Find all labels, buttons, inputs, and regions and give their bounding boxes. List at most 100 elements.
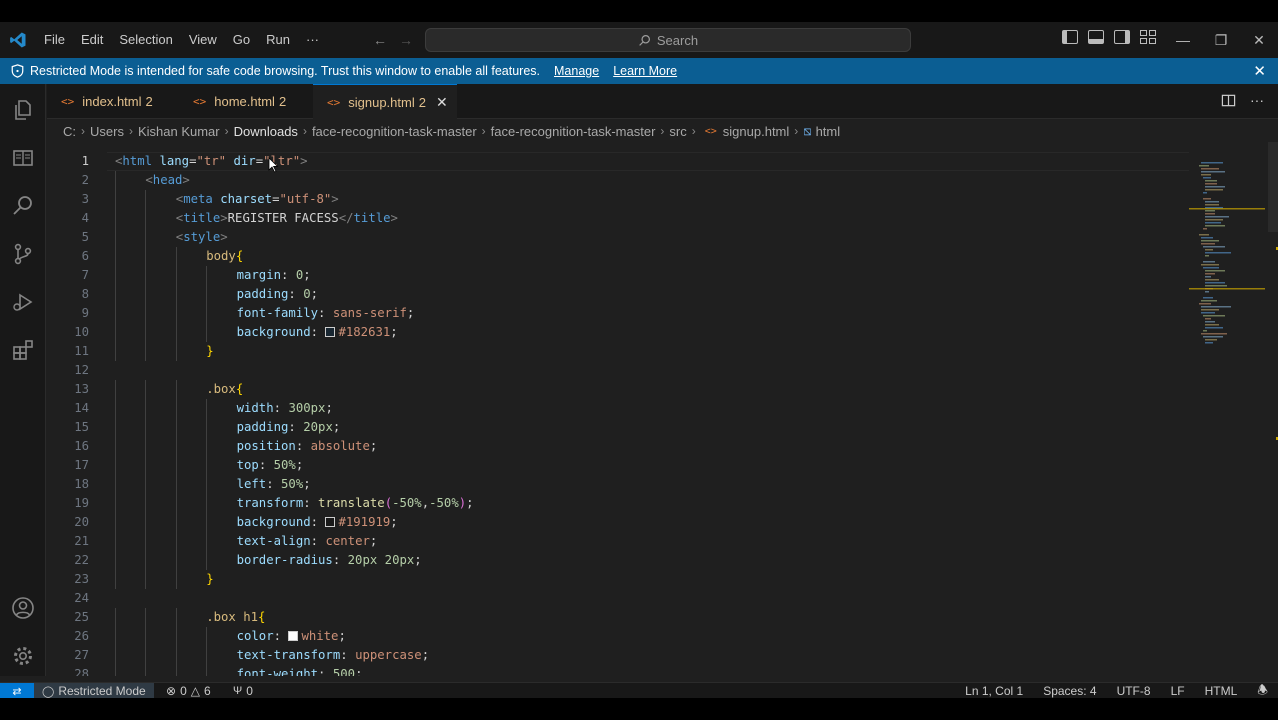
line-number[interactable]: 22 — [47, 551, 89, 570]
ports-status[interactable]: Ψ 0 — [233, 683, 253, 698]
encoding[interactable]: UTF-8 — [1117, 684, 1151, 698]
line-number[interactable]: 20 — [47, 513, 89, 532]
line-number[interactable]: 11 — [47, 342, 89, 361]
split-editor-icon[interactable] — [1221, 93, 1236, 108]
restore-icon[interactable]: ❐ — [1202, 22, 1240, 58]
line-number[interactable]: 5 — [47, 228, 89, 247]
line-number[interactable]: 26 — [47, 627, 89, 646]
customize-layout-icon[interactable] — [1140, 30, 1156, 44]
code-line[interactable]: 25 .box h1{ — [47, 608, 1189, 627]
breadcrumb-downloads[interactable]: Downloads — [234, 124, 298, 139]
tab-signup-html[interactable]: <> signup.html 2 ✕ — [313, 84, 457, 119]
open-book-icon[interactable] — [11, 146, 35, 170]
code-line[interactable]: 13 .box{ — [47, 380, 1189, 399]
extensions-icon[interactable] — [11, 338, 35, 362]
code-line[interactable]: 23} — [47, 570, 1189, 589]
code-line[interactable]: 28 font-weight: 500; — [47, 665, 1189, 676]
code-line[interactable]: 14 width: 300px; — [47, 399, 1189, 418]
code-line[interactable]: 10 background: #182631; — [47, 323, 1189, 342]
close-window-icon[interactable]: ✕ — [1240, 22, 1278, 58]
line-number[interactable]: 1 — [47, 152, 89, 171]
line-number[interactable]: 21 — [47, 532, 89, 551]
code-line[interactable]: 19 transform: translate(-50%,-50%); — [47, 494, 1189, 513]
code-line[interactable]: 26 color: white; — [47, 627, 1189, 646]
code-line[interactable]: 2 <head> — [47, 171, 1189, 190]
line-number[interactable]: 16 — [47, 437, 89, 456]
toggle-panel-icon[interactable] — [1088, 30, 1104, 44]
notifications-bell-icon[interactable]: 🕭︎ — [1257, 681, 1268, 699]
tab-home-html[interactable]: <> home.html 2 — [179, 84, 311, 119]
close-tab-icon[interactable]: ✕ — [436, 94, 448, 111]
line-number[interactable]: 28 — [47, 665, 89, 676]
code-line[interactable]: 1 <html lang="tr" dir="ltr"> — [47, 152, 1189, 171]
tab-index-html[interactable]: <> index.html 2 — [47, 84, 177, 119]
scrollbar-thumb[interactable] — [1268, 142, 1278, 232]
run-and-debug-icon[interactable] — [11, 290, 35, 314]
command-center-search[interactable]: Search — [425, 28, 911, 52]
line-number[interactable]: 14 — [47, 399, 89, 418]
menu-selection[interactable]: Selection — [111, 22, 180, 58]
line-number[interactable]: 24 — [47, 589, 89, 608]
menu-go[interactable]: Go — [225, 22, 258, 58]
line-number[interactable]: 15 — [47, 418, 89, 437]
menu-run[interactable]: Run — [258, 22, 298, 58]
vertical-scrollbar[interactable] — [1266, 142, 1278, 676]
cursor-position[interactable]: Ln 1, Col 1 — [965, 684, 1023, 698]
code-line[interactable]: 5 <style> — [47, 228, 1189, 247]
line-number[interactable]: 17 — [47, 456, 89, 475]
breadcrumb-drive[interactable]: C: — [63, 124, 76, 139]
menu-more[interactable]: ··· — [298, 22, 327, 58]
color-swatch[interactable] — [325, 327, 336, 337]
code-line[interactable]: 9 font-family: sans-serif; — [47, 304, 1189, 323]
banner-close-icon[interactable]: ✕ — [1253, 62, 1266, 80]
minimap[interactable] — [1189, 142, 1265, 676]
breadcrumb-project-subfolder[interactable]: face-recognition-task-master — [491, 124, 656, 139]
code-line[interactable]: 8 padding: 0; — [47, 285, 1189, 304]
toggle-secondary-sidebar-icon[interactable] — [1114, 30, 1130, 44]
line-number[interactable]: 8 — [47, 285, 89, 304]
color-swatch[interactable] — [325, 517, 336, 527]
code-line[interactable]: 3 <meta charset="utf-8"> — [47, 190, 1189, 209]
learn-more-link[interactable]: Learn More — [613, 64, 677, 78]
code-line[interactable]: 15 padding: 20px; — [47, 418, 1189, 437]
code-line[interactable]: 21 text-align: center; — [47, 532, 1189, 551]
line-number[interactable]: 13 — [47, 380, 89, 399]
code-line[interactable]: 7 margin: 0; — [47, 266, 1189, 285]
manage-link[interactable]: Manage — [554, 64, 599, 78]
code-line[interactable]: 27 text-transform: uppercase; — [47, 646, 1189, 665]
breadcrumb-symbol[interactable]: html — [816, 124, 841, 139]
code-line[interactable]: 18 left: 50%; — [47, 475, 1189, 494]
breadcrumb-src[interactable]: src — [669, 124, 686, 139]
restricted-mode-status[interactable]: ◯ Restricted Mode — [34, 683, 154, 698]
remote-indicator-icon[interactable]: ⇄ — [0, 683, 34, 698]
line-number[interactable]: 6 — [47, 247, 89, 266]
line-number[interactable]: 25 — [47, 608, 89, 627]
back-arrow-icon[interactable]: ← — [373, 32, 387, 48]
language-mode[interactable]: HTML — [1205, 684, 1238, 698]
forward-arrow-icon[interactable]: → — [399, 32, 413, 48]
code-line[interactable]: 11} — [47, 342, 1189, 361]
line-number[interactable]: 7 — [47, 266, 89, 285]
indentation[interactable]: Spaces: 4 — [1043, 684, 1096, 698]
line-number[interactable]: 3 — [47, 190, 89, 209]
minimize-icon[interactable]: — — [1164, 22, 1202, 58]
menu-file[interactable]: File — [36, 22, 73, 58]
code-line[interactable]: 17 top: 50%; — [47, 456, 1189, 475]
color-swatch[interactable] — [288, 631, 299, 641]
code-line[interactable]: 16 position: absolute; — [47, 437, 1189, 456]
line-number[interactable]: 19 — [47, 494, 89, 513]
line-number[interactable]: 2 — [47, 171, 89, 190]
line-number[interactable]: 27 — [47, 646, 89, 665]
toggle-primary-sidebar-icon[interactable] — [1062, 30, 1078, 44]
problems-status[interactable]: ⊗ 0 △ 6 — [166, 683, 211, 698]
accounts-icon[interactable] — [11, 596, 35, 620]
code-line[interactable]: 6 body{ — [47, 247, 1189, 266]
search-icon[interactable] — [11, 194, 35, 218]
menu-view[interactable]: View — [181, 22, 225, 58]
line-number[interactable]: 10 — [47, 323, 89, 342]
line-number[interactable]: 12 — [47, 361, 89, 380]
line-number[interactable]: 9 — [47, 304, 89, 323]
line-number[interactable]: 4 — [47, 209, 89, 228]
code-editor[interactable]: 1 <html lang="tr" dir="ltr"> 2 <head> 3 <meta… — [47, 142, 1189, 676]
code-line[interactable]: 4 <title>REGISTER FACESS</title> — [47, 209, 1189, 228]
